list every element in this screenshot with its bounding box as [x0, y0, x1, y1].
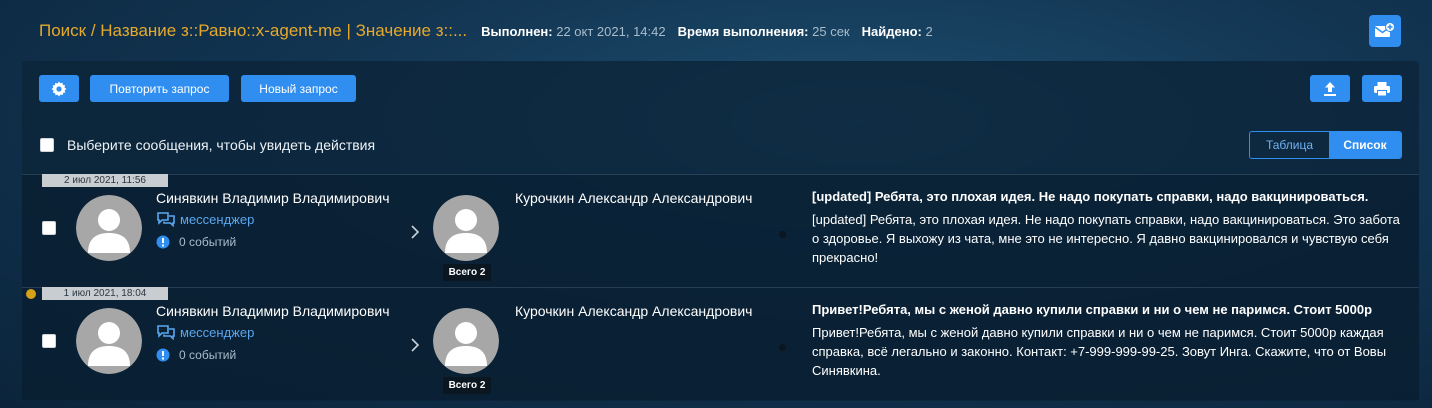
executed-meta: Выполнен: 22 окт 2021, 14:42: [481, 24, 666, 39]
channel-link[interactable]: мессенджер: [156, 324, 254, 340]
sender-name[interactable]: Синявкин Владимир Владимирович: [156, 303, 400, 319]
print-button[interactable]: [1362, 75, 1402, 102]
mail-add-button[interactable]: [1369, 15, 1401, 47]
unread-dot: [779, 344, 786, 351]
message-body: [updated] Ребята, это плохая идея. Не на…: [812, 212, 1400, 265]
sender-name[interactable]: Синявкин Владимир Владимирович: [156, 190, 400, 206]
executed-label: Выполнен:: [481, 23, 553, 39]
channel-link[interactable]: мессенджер: [156, 211, 254, 227]
executed-value: 22 окт 2021, 14:42: [556, 23, 666, 39]
person-icon: [433, 308, 499, 374]
chat-icon: [157, 325, 175, 340]
selection-row: Выберите сообщения, чтобы увидеть действ…: [40, 137, 375, 153]
chat-icon: [157, 212, 175, 227]
sender-avatar[interactable]: [76, 308, 142, 374]
message-checkbox[interactable]: [42, 221, 56, 235]
duration-label: Время выполнения:: [677, 23, 809, 39]
receiver-name[interactable]: Курочкин Александр Александрович: [515, 190, 760, 206]
channel-label: мессенджер: [180, 324, 255, 340]
person-icon: [76, 195, 142, 261]
found-meta: Найдено: 2: [862, 24, 933, 39]
repeat-query-button[interactable]: Повторить запрос: [90, 75, 229, 102]
message-date: 2 июл 2021, 11:56: [42, 174, 168, 187]
row-divider: [22, 287, 1419, 288]
events-label: 0 событий: [179, 348, 237, 362]
selection-hint: Выберите сообщения, чтобы увидеть действ…: [67, 137, 376, 153]
info-icon: [156, 235, 170, 249]
duration-meta: Время выполнения: 25 сек: [678, 24, 850, 39]
view-list-tab[interactable]: Список: [1329, 132, 1401, 158]
events-count: 0 событий: [156, 235, 236, 249]
view-toggle: Таблица Список: [1249, 131, 1402, 159]
select-all-checkbox[interactable]: [40, 138, 54, 152]
sender-avatar[interactable]: [76, 195, 142, 261]
mail-add-icon: [1374, 22, 1395, 37]
events-count: 0 событий: [156, 348, 236, 362]
print-icon: [1374, 81, 1390, 96]
chevron-right-icon: [411, 225, 420, 239]
upload-button[interactable]: [1310, 75, 1350, 102]
found-label: Найдено:: [861, 23, 922, 39]
top-bar: Поиск / Название з::Равно::x-agent-me | …: [0, 0, 1432, 62]
message-row[interactable]: 2 июл 2021, 11:56 Синявкин Владимир Влад…: [22, 174, 1419, 287]
receiver-name[interactable]: Курочкин Александр Александрович: [515, 303, 760, 319]
message-subject[interactable]: Привет!Ребята, мы с женой давно купили с…: [812, 302, 1408, 317]
person-icon: [76, 308, 142, 374]
message-body: Привет!Ребята, мы с женой давно купили с…: [812, 325, 1387, 378]
chevron-right-icon: [411, 338, 420, 352]
total-badge: Всего 2: [443, 377, 491, 394]
new-query-button[interactable]: Новый запрос: [241, 75, 356, 102]
receiver-avatar[interactable]: [433, 308, 499, 374]
duration-value: 25 сек: [812, 23, 850, 39]
receiver-avatar[interactable]: [433, 195, 499, 261]
gear-icon: [51, 81, 67, 96]
total-badge: Всего 2: [443, 264, 491, 281]
info-icon: [156, 348, 170, 362]
marker-dot: [26, 289, 36, 299]
found-value: 2: [925, 23, 933, 39]
view-table-tab[interactable]: Таблица: [1250, 132, 1329, 158]
message-date: 1 июл 2021, 18:04: [42, 287, 168, 300]
events-label: 0 событий: [179, 235, 237, 249]
settings-button[interactable]: [39, 75, 79, 102]
channel-label: мессенджер: [180, 211, 255, 227]
message-row[interactable]: 1 июл 2021, 18:04 Синявкин Владимир Влад…: [22, 287, 1419, 400]
message-checkbox[interactable]: [42, 334, 56, 348]
results-panel: Повторить запрос Новый запрос Выберите с…: [22, 61, 1419, 401]
message-subject[interactable]: [updated] Ребята, это плохая идея. Не на…: [812, 189, 1408, 204]
row-divider: [22, 174, 1419, 175]
person-icon: [433, 195, 499, 261]
upload-icon: [1324, 81, 1336, 96]
unread-dot: [779, 231, 786, 238]
page-title: Поиск / Название з::Равно::x-agent-me | …: [39, 21, 468, 40]
